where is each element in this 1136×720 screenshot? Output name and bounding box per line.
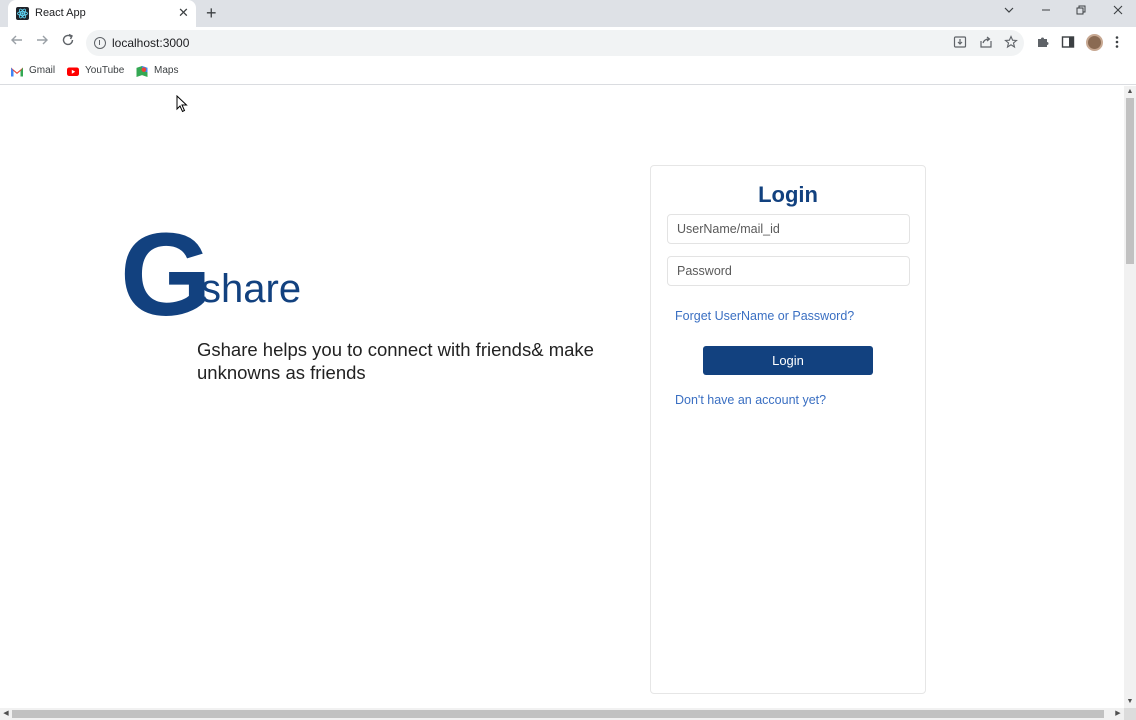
restore-icon[interactable] — [1075, 4, 1087, 20]
horizontal-scroll-thumb[interactable] — [12, 710, 1104, 718]
signup-link[interactable]: Don't have an account yet? — [675, 393, 826, 407]
login-card: Login Forget UserName or Password? Login… — [650, 165, 926, 694]
reload-icon[interactable] — [61, 33, 75, 53]
close-tab-icon[interactable]: ✕ — [178, 5, 189, 21]
logo-word: share — [201, 267, 302, 311]
tab-title: React App — [35, 7, 86, 19]
forward-arrow-icon[interactable] — [35, 33, 49, 53]
vertical-scroll-thumb[interactable] — [1126, 98, 1134, 264]
tab-search-chevron-icon[interactable] — [1003, 4, 1015, 20]
scroll-up-arrow-icon[interactable]: ▲ — [1124, 86, 1136, 98]
mouse-cursor-icon — [176, 95, 188, 113]
browser-chrome: React App ✕ + localhost:3000 Gmail YouTu… — [0, 0, 1136, 86]
url-text[interactable]: localhost:3000 — [112, 36, 189, 50]
maps-pin-icon — [136, 66, 148, 77]
install-app-icon[interactable] — [953, 35, 967, 53]
bookmark-label: Maps — [154, 65, 179, 76]
tagline: Gshare helps you to connect with friends… — [197, 339, 594, 383]
new-tab-icon[interactable]: + — [206, 3, 217, 23]
password-input[interactable] — [667, 256, 910, 286]
login-button[interactable]: Login — [703, 346, 873, 375]
gmail-icon — [11, 67, 23, 77]
bookmarks-bar: Gmail YouTube Maps — [0, 59, 1136, 85]
youtube-icon — [67, 67, 79, 76]
bookmark-label: Gmail — [29, 65, 56, 76]
address-bar[interactable]: localhost:3000 — [86, 30, 1024, 56]
browser-toolbar: localhost:3000 — [0, 27, 1136, 59]
scroll-right-arrow-icon[interactable]: ▶ — [1112, 708, 1124, 720]
login-title: Login — [758, 182, 818, 207]
forgot-credentials-link[interactable]: Forget UserName or Password? — [675, 309, 854, 323]
site-info-icon[interactable] — [94, 37, 106, 49]
minimize-icon[interactable] — [1040, 4, 1052, 20]
back-arrow-icon[interactable] — [10, 33, 24, 53]
react-favicon-icon — [16, 7, 29, 20]
scroll-down-arrow-icon[interactable]: ▼ — [1124, 696, 1136, 708]
horizontal-scrollbar[interactable]: ◀ ▶ — [0, 708, 1124, 720]
scroll-left-arrow-icon[interactable]: ◀ — [0, 708, 12, 720]
scrollbar-corner — [1124, 708, 1136, 720]
close-window-icon[interactable] — [1112, 4, 1124, 20]
page-viewport: G share Gshare helps you to connect with… — [0, 86, 1124, 708]
tab-strip: React App ✕ + — [0, 0, 1136, 27]
share-icon[interactable] — [979, 35, 993, 53]
side-panel-icon[interactable] — [1061, 35, 1075, 53]
tab-react-app[interactable]: React App ✕ — [8, 0, 196, 27]
username-input[interactable] — [667, 214, 910, 244]
menu-kebab-icon[interactable] — [1114, 35, 1120, 53]
logo-letter: G — [120, 209, 212, 341]
bookmark-star-icon[interactable] — [1004, 35, 1018, 53]
profile-avatar[interactable] — [1086, 34, 1103, 51]
vertical-scrollbar[interactable]: ▲ ▼ — [1124, 86, 1136, 708]
bookmark-label: YouTube — [85, 65, 125, 76]
extensions-puzzle-icon[interactable] — [1036, 35, 1050, 53]
